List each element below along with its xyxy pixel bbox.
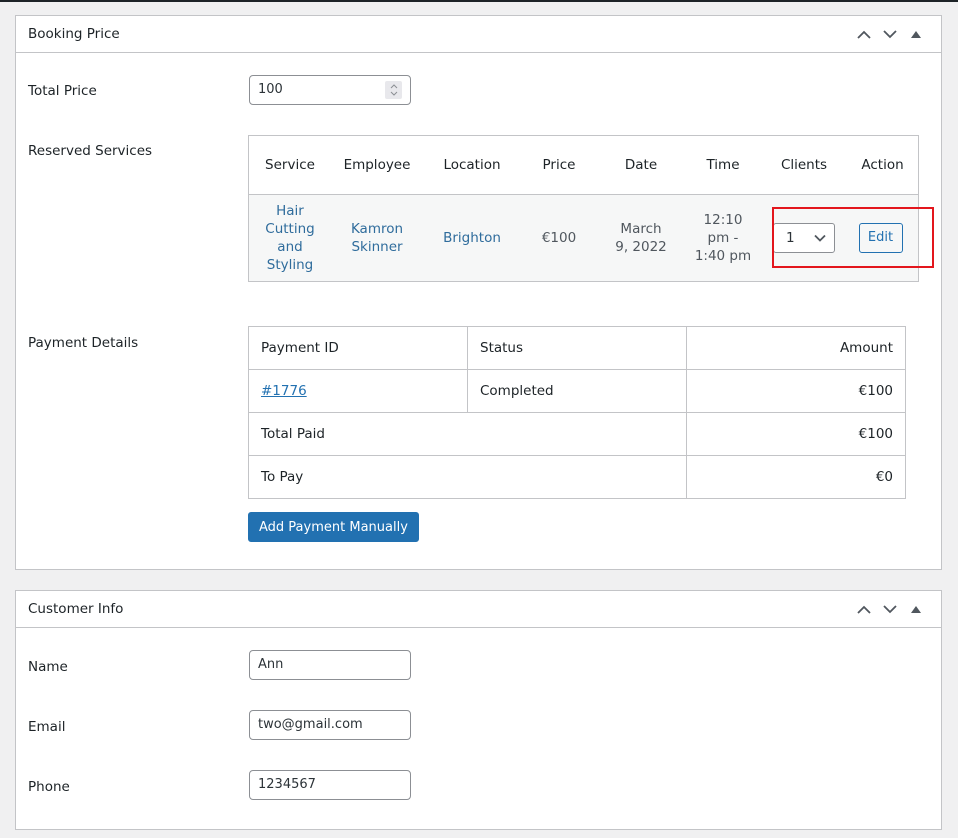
name-value: Ann	[258, 657, 284, 672]
spinner-arrows-icon	[390, 84, 397, 96]
header-clients: Clients	[780, 157, 828, 173]
header-employee: Employee	[343, 157, 411, 173]
booking-price-title: Booking Price	[28, 26, 120, 42]
email-label: Email	[28, 719, 66, 735]
chevron-down-icon	[814, 234, 826, 242]
customer-info-title: Customer Info	[28, 601, 124, 617]
header-time: Time	[706, 157, 740, 173]
total-paid-value: €100	[858, 426, 893, 442]
total-paid-row: Total Paid €100	[249, 413, 905, 456]
phone-value: 1234567	[258, 777, 316, 792]
phone-label: Phone	[28, 779, 70, 795]
to-pay-value: €0	[875, 469, 893, 485]
move-down-button[interactable]	[877, 596, 903, 622]
total-paid-label: Total Paid	[249, 413, 687, 455]
header-amount: Amount	[839, 340, 893, 356]
reserved-services-label: Reserved Services	[28, 143, 153, 159]
total-price-label: Total Price	[28, 83, 97, 99]
service-time: 12:10 pm - 1:40 pm	[694, 212, 752, 264]
email-input[interactable]: two@gmail.com	[249, 710, 411, 740]
employee-link[interactable]: Kamron Skinner	[345, 220, 409, 256]
header-action: Action	[861, 157, 904, 173]
payment-details-table: Payment ID Status Amount #1776 Completed…	[248, 326, 906, 499]
header-status: Status	[468, 327, 687, 369]
add-payment-manually-button[interactable]: Add Payment Manually	[248, 512, 419, 542]
name-label: Name	[28, 659, 68, 675]
top-border	[0, 0, 958, 2]
booking-price-header: Booking Price	[16, 16, 941, 53]
reserved-services-table: Service Employee Location Price Date Tim…	[248, 135, 919, 282]
total-price-input[interactable]: 100	[249, 75, 411, 105]
service-row: Hair Cutting and Styling Kamron Skinner …	[249, 195, 918, 281]
chevron-down-icon	[883, 604, 897, 613]
phone-input[interactable]: 1234567	[249, 770, 411, 800]
clients-value: 1	[786, 230, 795, 246]
chevron-down-icon	[883, 29, 897, 38]
payment-amount: €100	[858, 383, 893, 399]
payment-row: #1776 Completed €100	[249, 370, 905, 413]
triangle-up-icon	[911, 30, 921, 38]
toggle-panel-button[interactable]	[903, 21, 929, 47]
total-price-value: 100	[258, 82, 283, 97]
chevron-up-icon	[857, 605, 871, 614]
header-price: Price	[542, 157, 576, 173]
triangle-up-icon	[911, 605, 921, 613]
location-link[interactable]: Brighton	[443, 229, 501, 247]
move-up-button[interactable]	[851, 596, 877, 622]
move-up-button[interactable]	[851, 21, 877, 47]
header-service: Service	[265, 157, 315, 173]
clients-select[interactable]: 1	[773, 223, 835, 253]
service-date: March 9, 2022	[615, 221, 667, 255]
payment-details-label: Payment Details	[28, 335, 139, 351]
name-input[interactable]: Ann	[249, 650, 411, 680]
booking-price-panel: Booking Price Total Price 100 Reserved S…	[15, 15, 942, 570]
to-pay-label: To Pay	[249, 456, 687, 498]
header-date: Date	[624, 157, 658, 173]
to-pay-row: To Pay €0	[249, 456, 905, 499]
edit-service-button[interactable]: Edit	[858, 223, 903, 253]
service-link[interactable]: Hair Cutting and Styling	[255, 202, 325, 274]
move-down-button[interactable]	[877, 21, 903, 47]
number-spinner[interactable]	[385, 81, 402, 99]
service-price: €100	[541, 230, 577, 246]
payment-header-row: Payment ID Status Amount	[249, 327, 905, 370]
payment-id-link[interactable]: #1776	[261, 383, 307, 399]
services-header-row: Service Employee Location Price Date Tim…	[249, 136, 918, 195]
toggle-panel-button[interactable]	[903, 596, 929, 622]
customer-info-header: Customer Info	[16, 591, 941, 628]
customer-info-panel: Customer Info Name Ann Email two@gmail.c…	[15, 590, 942, 830]
header-location: Location	[443, 157, 501, 173]
payment-status: Completed	[468, 370, 687, 412]
chevron-up-icon	[857, 30, 871, 39]
email-value: two@gmail.com	[258, 717, 363, 732]
header-payment-id: Payment ID	[249, 327, 468, 369]
